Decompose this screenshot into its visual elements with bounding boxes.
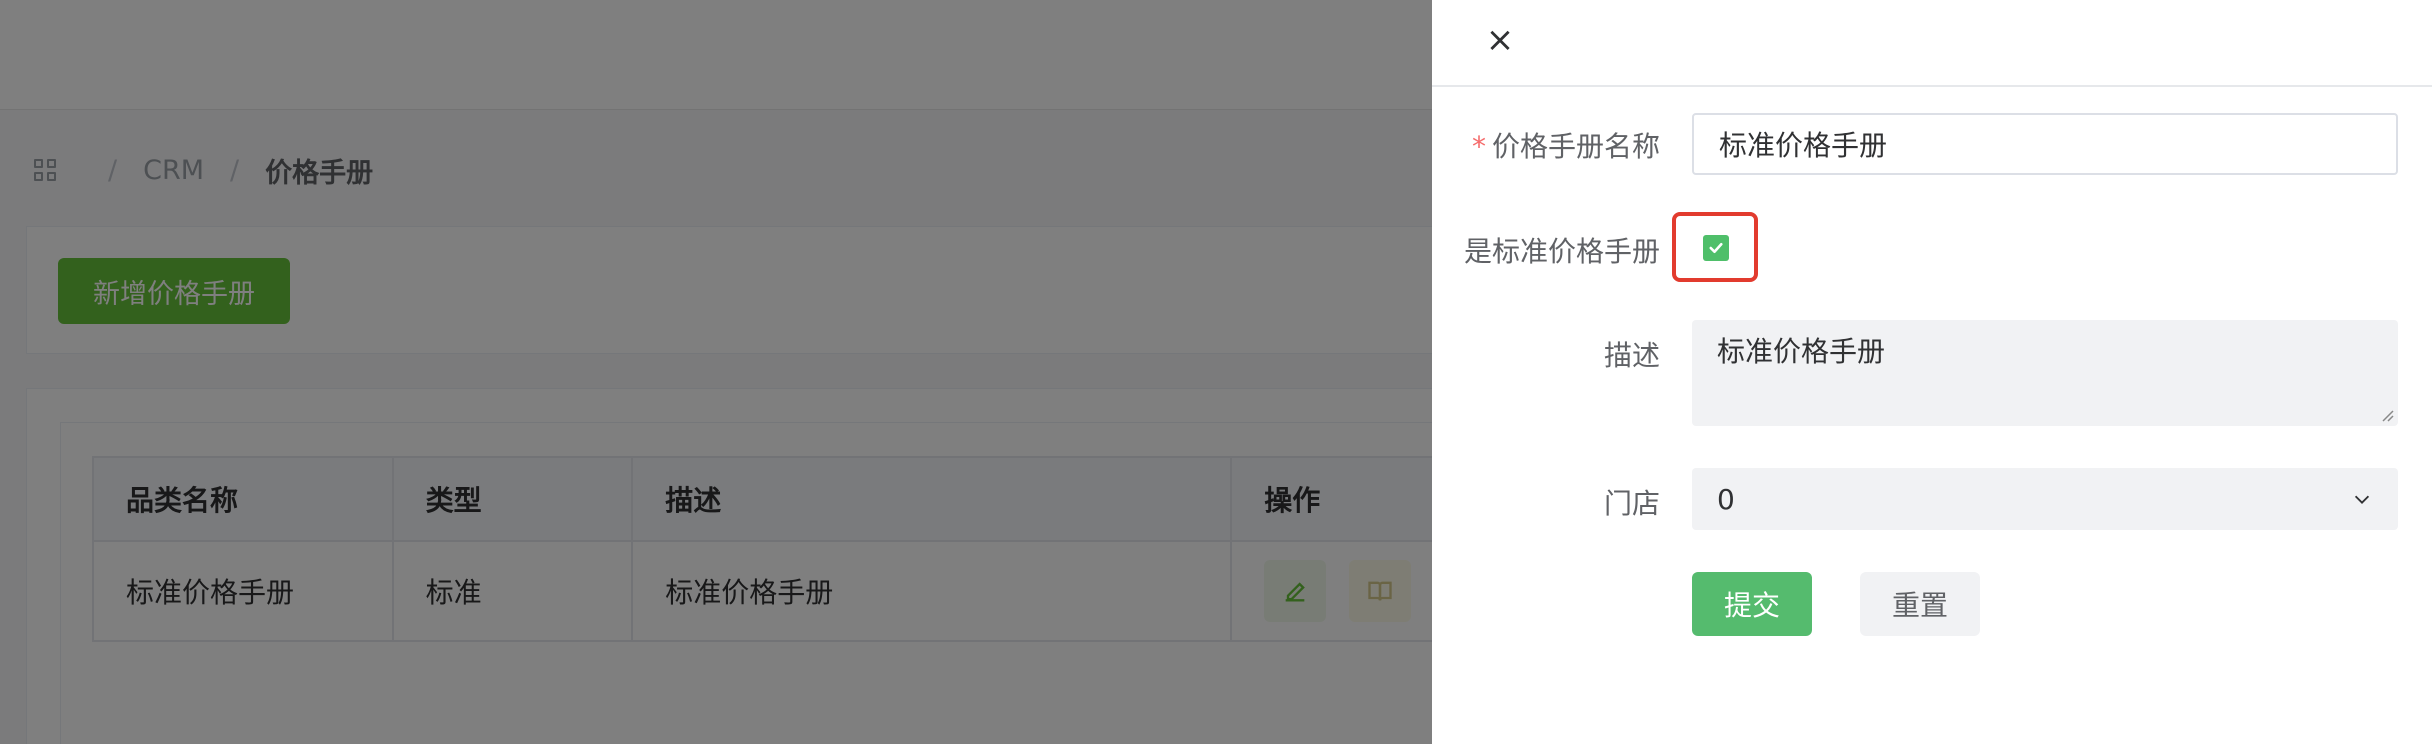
- submit-button[interactable]: 提交: [1692, 572, 1812, 636]
- standard-checkbox[interactable]: [1703, 235, 1729, 261]
- store-selected-value: 0: [1717, 482, 1735, 516]
- standard-field-label: 是标准价格手册: [1463, 235, 1660, 268]
- resize-handle-icon[interactable]: [2378, 406, 2394, 422]
- drawer-header: ×: [1432, 0, 2432, 87]
- check-icon: [1709, 242, 1723, 254]
- name-label-text: 价格手册名称: [1491, 130, 1660, 163]
- edit-drawer: × *价格手册名称 是标准价格手册 描述 标准价格手册 门店 0 提交: [1432, 0, 2432, 744]
- name-field-label: * 价格手册名称: [1472, 125, 1660, 165]
- required-mark: *: [1471, 130, 1486, 163]
- page: / CRM / 价格手册 新增价格手册 品类名称 类型 描述 操作 标准价格手册…: [0, 0, 2432, 744]
- close-icon[interactable]: ×: [1482, 22, 1518, 58]
- reset-button[interactable]: 重置: [1860, 572, 1980, 636]
- description-field-label: 描述: [1603, 339, 1660, 372]
- description-text: 标准价格手册: [1717, 335, 1886, 368]
- name-input[interactable]: [1692, 113, 2398, 175]
- store-field-label: 门店: [1603, 487, 1660, 520]
- store-select[interactable]: 0: [1692, 468, 2398, 530]
- description-textarea[interactable]: 标准价格手册: [1692, 320, 2398, 426]
- chevron-down-icon: [2354, 495, 2370, 504]
